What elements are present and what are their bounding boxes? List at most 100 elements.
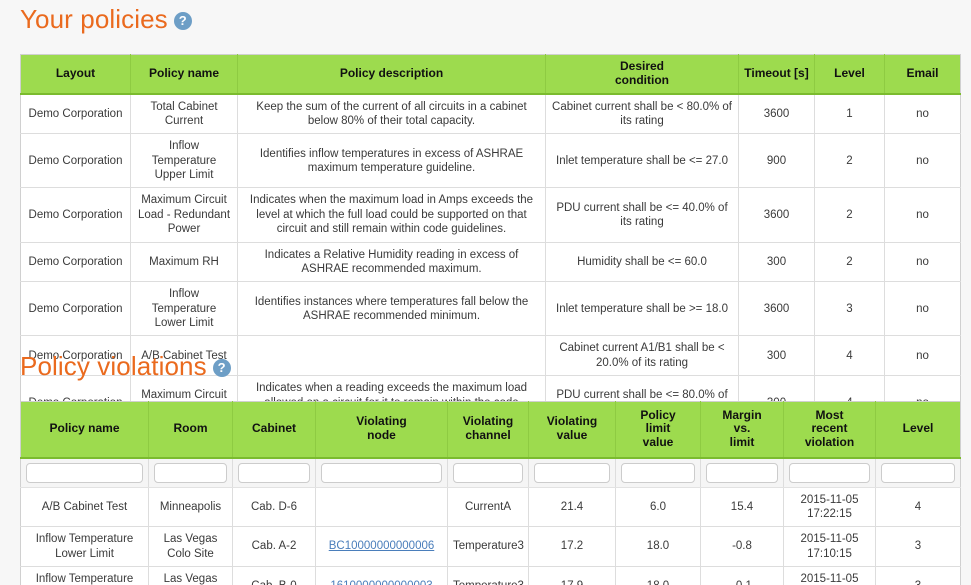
col-header-violating-channel[interactable]: Violating channel bbox=[447, 401, 529, 459]
cell-policy-name: Inflow Temperature Lower Limit bbox=[20, 566, 149, 585]
table-row[interactable]: Demo Corporation Maximum RH Indicates a … bbox=[20, 242, 961, 283]
col-header-policy-description[interactable]: Policy description bbox=[237, 54, 546, 95]
cell-level: 2 bbox=[814, 187, 885, 243]
col-header-level[interactable]: Level bbox=[875, 401, 961, 459]
cell-level: 2 bbox=[814, 133, 885, 189]
violations-title: Policy violations ? bbox=[20, 353, 231, 379]
cell-policy-description: Keep the sum of the current of all circu… bbox=[237, 93, 546, 135]
cell-desired-condition: PDU current shall be <= 40.0% of its rat… bbox=[545, 187, 739, 243]
cell-layout: Demo Corporation bbox=[20, 133, 131, 189]
filter-violating-node-input[interactable] bbox=[321, 462, 442, 483]
cell-layout: Demo Corporation bbox=[20, 187, 131, 243]
col-header-layout[interactable]: Layout bbox=[20, 54, 131, 95]
cell-violating-value: 17.2 bbox=[528, 526, 616, 567]
table-row[interactable]: Demo Corporation Inflow Temperature Uppe… bbox=[20, 133, 961, 189]
filter-cell-room bbox=[148, 457, 233, 488]
filter-violating-channel-input[interactable] bbox=[453, 462, 523, 483]
cell-policy-limit-value: 18.0 bbox=[615, 526, 701, 567]
cell-desired-condition: Inlet temperature shall be <= 27.0 bbox=[545, 133, 739, 189]
cell-margin-vs-limit: -0.8 bbox=[700, 526, 784, 567]
col-label-level: Level bbox=[902, 421, 934, 436]
help-circle-icon[interactable]: ? bbox=[173, 12, 192, 30]
filter-cell-policy-limit-value bbox=[615, 457, 701, 488]
table-row[interactable]: Inflow Temperature Lower Limit Las Vegas… bbox=[20, 566, 961, 585]
col-header-email[interactable]: Email bbox=[884, 54, 961, 95]
cell-policy-name: Maximum Circuit Load - Redundant Power bbox=[130, 187, 238, 243]
col-header-most-recent-violation[interactable]: Most recent violation bbox=[783, 401, 876, 459]
cell-violating-channel: Temperature3 bbox=[447, 526, 529, 567]
table-row[interactable]: Demo Corporation Inflow Temperature Lowe… bbox=[20, 281, 961, 337]
col-header-violating-node[interactable]: Violating node bbox=[315, 401, 448, 459]
cell-email: no bbox=[884, 242, 961, 283]
violations-table-body: A/B Cabinet Test Minneapolis Cab. D-6 Cu… bbox=[20, 457, 961, 585]
cell-desired-condition: Humidity shall be <= 60.0 bbox=[545, 242, 739, 283]
table-row[interactable]: Demo Corporation Total Cabinet Current K… bbox=[20, 93, 961, 135]
filter-level-input[interactable] bbox=[881, 462, 955, 483]
col-label-room: Room bbox=[173, 421, 208, 436]
cell-policy-name: Maximum RH bbox=[130, 242, 238, 283]
cell-policy-name: Inflow Temperature Lower Limit bbox=[20, 526, 149, 567]
col-header-policy-name[interactable]: Policy name bbox=[20, 401, 149, 459]
col-label-cabinet: Cabinet bbox=[251, 421, 296, 436]
col-label-violating-node: Violating node bbox=[356, 414, 407, 443]
cell-level: 3 bbox=[875, 526, 961, 567]
violations-title-group: Policy violations ? bbox=[20, 353, 231, 379]
cell-policy-name: Total Cabinet Current bbox=[130, 93, 238, 135]
col-label-policy-description: Policy description bbox=[339, 65, 444, 80]
col-label-policy-limit-value: Policy limit value bbox=[640, 407, 676, 450]
col-label-layout: Layout bbox=[55, 65, 96, 80]
col-label-violating-value: Violating value bbox=[546, 414, 598, 443]
cell-email: no bbox=[884, 335, 961, 377]
cell-layout: Demo Corporation bbox=[20, 242, 131, 283]
col-label-email: Email bbox=[906, 65, 939, 80]
cell-policy-description: Identifies instances where temperatures … bbox=[237, 281, 546, 337]
filter-policy-limit-value-input[interactable] bbox=[621, 462, 695, 483]
filter-room-input[interactable] bbox=[154, 462, 227, 483]
cell-margin-vs-limit: -0.1 bbox=[700, 566, 784, 585]
cell-email: no bbox=[884, 281, 961, 337]
cell-timeout: 300 bbox=[738, 242, 815, 283]
filter-margin-vs-limit-input[interactable] bbox=[706, 462, 778, 483]
cell-cabinet: Cab. D-6 bbox=[232, 487, 316, 528]
help-circle-icon[interactable]: ? bbox=[212, 359, 231, 377]
filter-most-recent-violation-input[interactable] bbox=[789, 462, 870, 483]
filter-cell-cabinet bbox=[232, 457, 316, 488]
cell-margin-vs-limit: 15.4 bbox=[700, 487, 784, 528]
col-header-room[interactable]: Room bbox=[148, 401, 233, 459]
cell-violating-node: BC10000000000006 bbox=[315, 526, 448, 567]
cell-cabinet: Cab. A-2 bbox=[232, 526, 316, 567]
cell-violating-value: 21.4 bbox=[528, 487, 616, 528]
col-header-level[interactable]: Level bbox=[814, 54, 885, 95]
cell-violating-channel: Temperature3 bbox=[447, 566, 529, 585]
col-header-violating-value[interactable]: Violating value bbox=[528, 401, 616, 459]
col-header-policy-name[interactable]: Policy name bbox=[130, 54, 238, 95]
cell-timeout: 300 bbox=[738, 335, 815, 377]
violating-node-link[interactable]: BC10000000000006 bbox=[329, 540, 435, 552]
col-label-margin-vs-limit: Margin vs. limit bbox=[722, 407, 762, 450]
page-root: Your policies ? Layout Policy name Polic… bbox=[0, 0, 971, 585]
cell-room: Las Vegas Colo Site bbox=[148, 566, 233, 585]
filter-cell-violating-channel bbox=[447, 457, 529, 488]
table-row[interactable]: A/B Cabinet Test Minneapolis Cab. D-6 Cu… bbox=[20, 487, 961, 528]
filter-violating-value-input[interactable] bbox=[534, 462, 610, 483]
filter-cabinet-input[interactable] bbox=[238, 462, 310, 483]
col-label-policy-name: Policy name bbox=[49, 421, 120, 436]
cell-most-recent-violation: 2015-11-05 17:10:15 bbox=[783, 526, 876, 567]
cell-policy-name: Inflow Temperature Lower Limit bbox=[130, 281, 238, 337]
col-header-desired-condition[interactable]: Desired condition bbox=[545, 54, 739, 95]
col-header-margin-vs-limit[interactable]: Margin vs. limit bbox=[700, 401, 784, 459]
filter-row bbox=[20, 457, 961, 488]
cell-policy-description: Indicates a Relative Humidity reading in… bbox=[237, 242, 546, 283]
cell-room: Minneapolis bbox=[148, 487, 233, 528]
table-row[interactable]: Demo Corporation Maximum Circuit Load - … bbox=[20, 187, 961, 243]
col-header-timeout[interactable]: Timeout [s] bbox=[738, 54, 815, 95]
cell-policy-description bbox=[237, 335, 546, 377]
cell-level: 4 bbox=[875, 487, 961, 528]
filter-cell-level bbox=[875, 457, 961, 488]
cell-most-recent-violation: 2015-11-05 17:16:15 bbox=[783, 566, 876, 585]
violating-node-link[interactable]: 1610000000000003 bbox=[330, 580, 432, 585]
filter-policy-name-input[interactable] bbox=[26, 462, 143, 483]
col-header-policy-limit-value[interactable]: Policy limit value bbox=[615, 401, 701, 459]
col-header-cabinet[interactable]: Cabinet bbox=[232, 401, 316, 459]
table-row[interactable]: Inflow Temperature Lower Limit Las Vegas… bbox=[20, 526, 961, 567]
